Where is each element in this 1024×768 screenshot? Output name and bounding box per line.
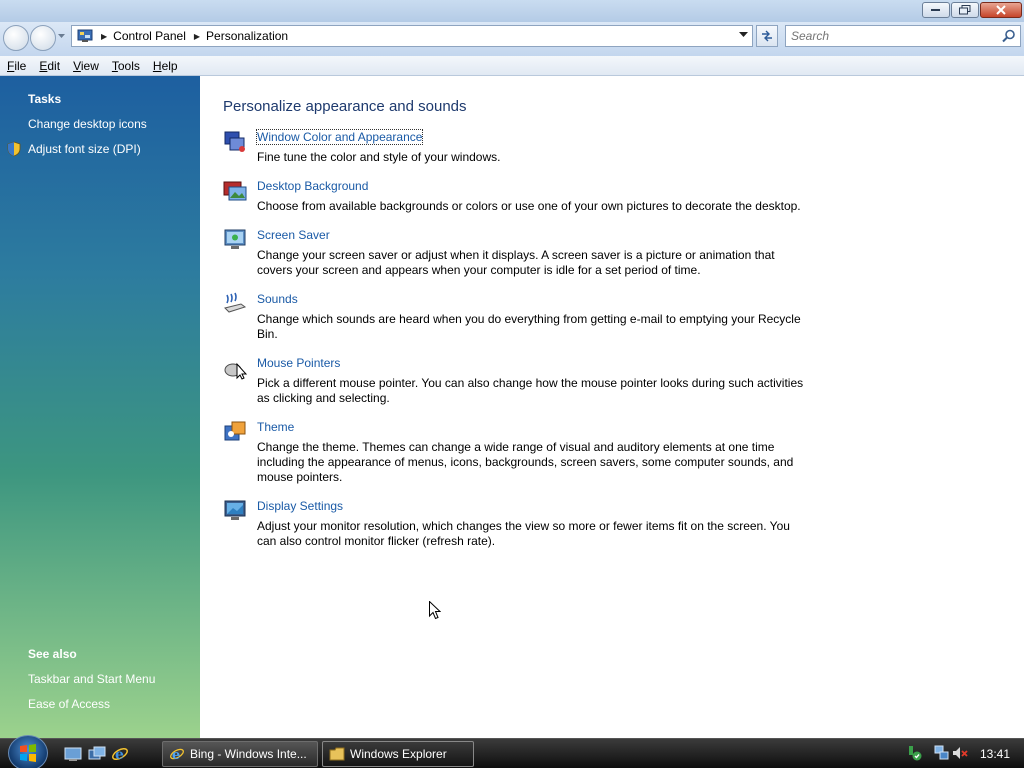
task-description: Adjust your monitor resolution, which ch… [257,519,790,548]
window-color-icon [224,131,245,152]
navigation-bar: ▶ Control Panel ▶ Personalization [0,22,1024,56]
control-panel-icon [77,29,93,42]
menu-tools[interactable]: Tools [107,59,146,73]
internet-explorer-icon[interactable]: e [111,745,129,763]
title-bar [0,0,1024,22]
change-desktop-icons-link[interactable]: Change desktop icons [28,117,147,131]
task-screen-saver: Screen Saver Change your screen saver or… [223,228,823,278]
see-also-heading: See also [28,647,77,661]
volume-muted-icon[interactable] [952,745,968,761]
windows-logo-icon [20,744,36,762]
refresh-button[interactable] [756,25,778,47]
page-title: Personalize appearance and sounds [223,98,467,115]
menu-edit[interactable]: Edit [34,59,66,73]
restore-icon [959,5,971,15]
close-icon [996,5,1006,15]
notification-area: 13:41 [906,739,1024,768]
task-description: Change your screen saver or adjust when … [257,248,775,277]
window-color-appearance-link[interactable]: Window Color and Appearance [255,129,424,145]
mouse-pointers-link[interactable]: Mouse Pointers [257,356,340,370]
security-alert-icon[interactable] [906,745,922,761]
sounds-icon [224,292,247,313]
switch-windows-icon[interactable] [88,745,106,763]
taskbar-button-internet-explorer[interactable]: e Bing - Windows Inte... [162,741,318,767]
minimize-icon [931,9,940,11]
show-desktop-icon[interactable] [64,745,82,763]
desktop-background-icon [223,181,247,201]
mouse-cursor-icon [429,601,441,620]
breadcrumb-arrow-icon[interactable]: ▶ [101,32,107,41]
task-description: Change the theme. Themes can change a wi… [257,440,794,484]
theme-icon [224,421,246,441]
taskbar-button-label: Windows Explorer [350,747,447,761]
menu-file[interactable]: File [2,59,32,73]
main-content: Personalize appearance and sounds Window… [200,76,1024,738]
minimize-button[interactable] [922,2,950,18]
address-dropdown-icon[interactable] [739,32,748,38]
back-button[interactable] [3,25,29,51]
desktop-background-link[interactable]: Desktop Background [257,179,368,193]
search-box[interactable] [785,25,1021,47]
mouse-pointers-icon [224,362,247,380]
display-settings-icon [224,500,246,520]
search-icon[interactable] [1002,29,1016,43]
display-settings-link[interactable]: Display Settings [257,499,343,513]
refresh-icon [762,30,772,42]
window-controls [921,2,1022,18]
screen-saver-link[interactable]: Screen Saver [257,228,330,242]
recent-pages-arrow-icon[interactable] [58,34,65,39]
clock[interactable]: 13:41 [980,747,1010,761]
adjust-font-size-link[interactable]: Adjust font size (DPI) [28,142,141,156]
svg-text:e: e [172,748,180,762]
menu-bar: File Edit View Tools Help [0,56,1024,76]
breadcrumb-control-panel[interactable]: Control Panel [113,29,186,43]
taskbar-start-menu-link[interactable]: Taskbar and Start Menu [28,672,155,686]
task-theme: Theme Change the theme. Themes can chang… [223,420,823,486]
taskbar-button-label: Bing - Windows Inte... [190,747,307,761]
search-input[interactable] [786,26,986,46]
task-mouse-pointers: Mouse Pointers Pick a different mouse po… [223,356,823,406]
folder-icon [329,747,345,761]
task-sounds: Sounds Change which sounds are heard whe… [223,292,823,342]
task-desktop-background: Desktop Background Choose from available… [223,179,823,215]
uac-shield-icon [7,141,21,157]
breadcrumb-personalization[interactable]: Personalization [206,29,288,43]
task-description: Fine tune the color and style of your wi… [257,150,501,164]
network-icon[interactable] [934,745,950,761]
start-button[interactable] [8,735,48,768]
task-pane: Tasks Change desktop icons Adjust font s… [0,76,200,738]
task-description: Pick a different mouse pointer. You can … [257,376,804,405]
forward-button[interactable] [30,25,56,51]
svg-text:e: e [115,747,124,763]
menu-help[interactable]: Help [148,59,184,73]
breadcrumb-arrow-icon[interactable]: ▶ [194,32,200,41]
tasks-heading: Tasks [28,92,62,106]
taskbar: e e Bing - Windows Inte... Windows Explo… [0,735,1024,768]
maximize-button[interactable] [951,2,979,18]
address-bar[interactable]: ▶ Control Panel ▶ Personalization [71,25,753,47]
internet-explorer-icon: e [170,748,184,762]
taskbar-button-windows-explorer[interactable]: Windows Explorer [322,741,474,767]
theme-link[interactable]: Theme [257,420,294,434]
task-display-settings: Display Settings Adjust your monitor res… [223,499,823,549]
task-description: Choose from available backgrounds or col… [257,199,801,213]
ease-of-access-link[interactable]: Ease of Access [28,697,110,711]
menu-view[interactable]: View [68,59,105,73]
screen-saver-icon [224,229,246,249]
task-window-color: Window Color and Appearance Fine tune th… [223,129,823,166]
sounds-link[interactable]: Sounds [257,292,298,306]
close-button[interactable] [980,2,1022,18]
task-description: Change which sounds are heard when you d… [257,312,801,341]
